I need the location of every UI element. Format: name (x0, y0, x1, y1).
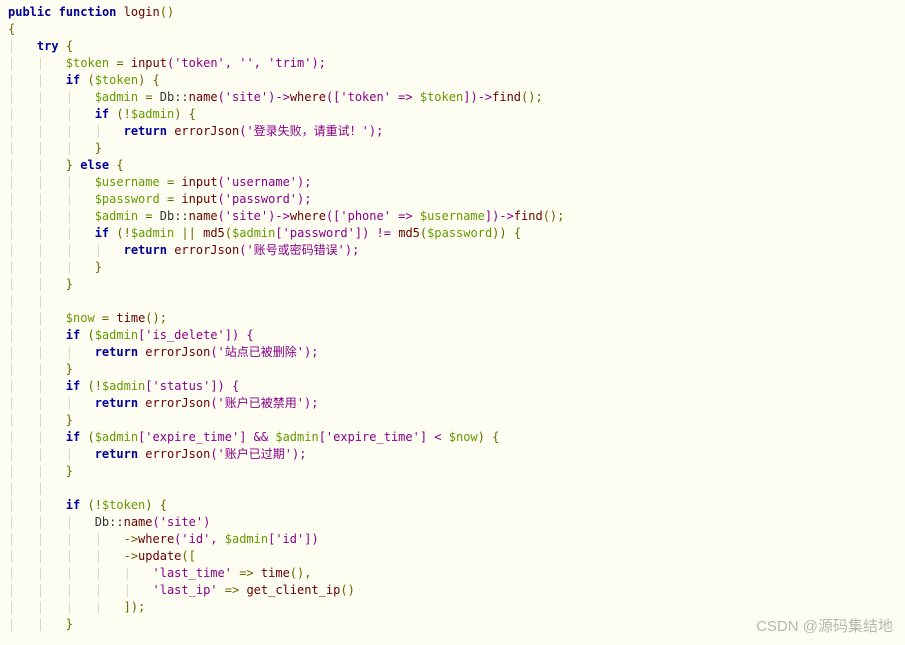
line: | | $now = time(); (8, 311, 167, 325)
line: | | if (!$token) { (8, 498, 167, 512)
line: | | | $admin = Db::name('site')->where([… (8, 209, 564, 223)
line: | | | | ->update([ (8, 549, 196, 563)
line: | | | $password = input('password'); (8, 192, 311, 206)
line: | | | | | 'last_time' => time(), (8, 566, 311, 580)
line: | | } (8, 413, 73, 427)
line: | | | if (!$admin || md5($admin['passwor… (8, 226, 521, 240)
line: | | } (8, 277, 73, 291)
line: | try { (8, 39, 73, 53)
line: | | $token = input('token', '', 'trim'); (8, 56, 326, 70)
line: { (8, 22, 15, 36)
line: | | if (!$admin['status']) { (8, 379, 239, 393)
line: | | | if (!$admin) { (8, 107, 196, 121)
line: | | | return errorJson('账户已被禁用'); (8, 396, 318, 410)
line: | | | $admin = Db::name('site')->where([… (8, 90, 543, 104)
line: | | | $username = input('username'); (8, 175, 311, 189)
line: | | | | ]); (8, 600, 145, 614)
line: | | | | return errorJson('登录失败，请重试！'); (8, 124, 383, 138)
line: | | | Db::name('site') (8, 515, 210, 529)
line: | | | | | 'last_ip' => get_client_ip() (8, 583, 355, 597)
line: | | } else { (8, 158, 124, 172)
line: | | (8, 294, 66, 308)
code-block: public function login() { | try { | | $t… (0, 0, 905, 633)
line: | | | } (8, 260, 102, 274)
line: public function login() (8, 5, 174, 19)
line: | | | | return errorJson('账号或密码错误'); (8, 243, 359, 257)
line: | | } (8, 464, 73, 478)
line: | | } (8, 362, 73, 376)
line: | | if ($admin['is_delete']) { (8, 328, 254, 342)
line: | | | return errorJson('站点已被删除'); (8, 345, 318, 359)
line: | | } (8, 617, 73, 631)
line: | | if ($token) { (8, 73, 160, 87)
line: | | | } (8, 141, 102, 155)
line: | | (8, 481, 66, 495)
line: | | | return errorJson('账户已过期'); (8, 447, 306, 461)
line: | | if ($admin['expire_time'] && $admin[… (8, 430, 499, 444)
line: | | | | ->where('id', $admin['id']) (8, 532, 319, 546)
